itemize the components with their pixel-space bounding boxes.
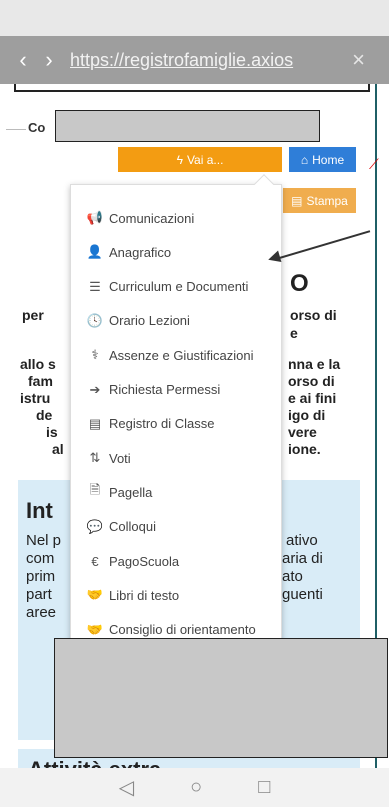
menu-item-label: PagoScuola: [109, 553, 180, 569]
user-icon: 👤: [86, 244, 104, 260]
para2-right-2: orso di: [288, 373, 335, 389]
intro-right-2: aria di: [282, 550, 323, 567]
stampa-button[interactable]: ▤ Stampa: [283, 188, 356, 213]
menu-item-registro-di-classe[interactable]: ▤ Registro di Classe: [71, 407, 281, 441]
vai-a-button[interactable]: ϟ Vai a...: [118, 147, 282, 172]
menu-item-label: Orario Lezioni: [109, 313, 190, 329]
menu-item-label: Curriculum e Documenti: [109, 279, 249, 295]
nav-back-icon[interactable]: ◁: [119, 775, 134, 800]
list-icon: ☰: [89, 278, 101, 294]
intro-right-4: guenti: [282, 586, 323, 603]
extra-activities-title: Attività extra: [28, 757, 161, 768]
nav-recents-icon[interactable]: □: [258, 776, 270, 799]
para2-right-5: vere: [288, 424, 317, 440]
book-icon: ▤: [88, 415, 102, 431]
redacted-block: [54, 638, 388, 758]
back-arrow-icon[interactable]: ‹: [10, 47, 36, 73]
annotation-arrow: [275, 230, 371, 260]
para2-right-4: igo di: [288, 407, 326, 423]
menu-item-richiesta-permessi[interactable]: ➔ Richiesta Permessi: [71, 373, 281, 407]
para2-left-1: allo s: [20, 356, 56, 372]
menu-item-label: Richiesta Permessi: [109, 382, 221, 397]
para1-left: per: [22, 307, 44, 323]
menu-item-label: Voti: [109, 450, 131, 466]
annotation-mark: ⟋: [369, 156, 379, 172]
intro-left-4: part: [26, 586, 52, 603]
para1-right-2: e: [290, 325, 298, 341]
para2-left-6: al: [52, 441, 64, 457]
menu-item-voti[interactable]: ⇅ Voti: [71, 441, 281, 475]
intro-right-1: ativo: [286, 532, 318, 549]
menu-item-colloqui[interactable]: 💬 Colloqui: [71, 510, 281, 544]
para2-left-5: is: [46, 424, 58, 440]
handshake-icon: 🤝: [86, 621, 104, 637]
menu-item-label: Comunicazioni: [109, 210, 195, 226]
para2-left-4: de: [36, 407, 53, 423]
intro-left-3: prim: [26, 568, 56, 585]
menu-item-label: Anagrafico: [109, 244, 172, 260]
url-text[interactable]: https://registrofamiglie.axios: [70, 50, 310, 71]
heading-fragment: O: [290, 270, 309, 297]
menu-item-curriculum-e-documenti[interactable]: ☰ Curriculum e Documenti: [71, 270, 281, 304]
menu-item-label: Libri di testo: [109, 587, 180, 603]
home-icon: ⌂: [300, 152, 309, 167]
status-bar: [0, 0, 389, 36]
file-icon: 🗎: [89, 482, 101, 498]
para2-right-1: nna e la: [288, 356, 341, 372]
intro-left-1: Nel p: [26, 532, 62, 549]
menu-item-label: Colloqui: [109, 519, 156, 535]
menu-item-orario-lezioni[interactable]: 🕓 Orario Lezioni: [71, 304, 281, 338]
frame-border: [14, 84, 370, 92]
section-label: Co: [28, 120, 46, 135]
euro-icon: €: [91, 553, 99, 569]
vai-a-dropdown-menu: 📢 Comunicazioni 👤 Anagrafico ☰ Curriculum e D…: [70, 174, 282, 646]
intro-left-2: com: [26, 550, 55, 567]
file-icon: ▤: [291, 193, 303, 208]
dropdown-caret: [254, 174, 274, 194]
menu-item-label: Assenze e Giustificazioni: [109, 347, 254, 363]
intro-right-3: ato: [282, 568, 303, 585]
left-divider: [6, 129, 26, 130]
clock-icon: 🕓: [86, 312, 104, 328]
signin-icon: ➔: [89, 381, 101, 397]
redacted-block: [55, 110, 320, 142]
bolt-icon: ϟ: [176, 152, 183, 167]
para1-right-1: orso di: [290, 307, 337, 323]
sort-icon: ⇅: [89, 450, 101, 466]
intro-title: Int: [26, 498, 53, 523]
stethoscope-icon: ⚕: [91, 347, 99, 363]
menu-item-label: Pagella: [109, 484, 153, 500]
home-label: Home: [312, 152, 345, 167]
menu-item-assenze-e-giustificazioni[interactable]: ⚕ Assenze e Giustificazioni: [71, 338, 281, 372]
megaphone-icon: 📢: [86, 210, 104, 225]
menu-item-label: Consiglio di orientamento: [109, 622, 256, 638]
menu-item-comunicazioni[interactable]: 📢 Comunicazioni: [71, 201, 281, 235]
web-page: Co ϟ Vai a... ⌂ Home ▤ Stampa O per orso…: [0, 84, 389, 768]
menu-item-pagoscuola[interactable]: € PagoScuola: [71, 544, 281, 578]
stampa-label: Stampa: [306, 193, 348, 208]
close-icon[interactable]: ×: [352, 47, 379, 73]
menu-item-libri-di-testo[interactable]: 🤝 Libri di testo: [71, 578, 281, 612]
menu-item-pagella[interactable]: 🗎 Pagella: [71, 475, 281, 509]
nav-home-icon[interactable]: ○: [190, 776, 202, 799]
browser-url-bar: ‹ › https://registrofamiglie.axios ×: [0, 36, 389, 84]
comments-icon: 💬: [86, 518, 104, 534]
intro-left-5: aree: [26, 604, 57, 621]
handshake-icon: 🤝: [86, 587, 104, 603]
menu-item-anagrafico[interactable]: 👤 Anagrafico: [71, 235, 281, 269]
forward-arrow-icon[interactable]: ›: [36, 47, 62, 73]
android-nav-bar: ◁ ○ □: [0, 768, 389, 807]
para2-right-3: e ai fini: [288, 390, 337, 406]
para2-left-2: fam: [28, 373, 53, 389]
para2-left-3: istru: [20, 390, 51, 406]
home-button[interactable]: ⌂ Home: [289, 147, 356, 172]
vai-a-label: Vai a...: [186, 152, 224, 167]
para2-right-6: ione.: [288, 441, 321, 457]
menu-item-label: Registro di Classe: [109, 416, 215, 432]
